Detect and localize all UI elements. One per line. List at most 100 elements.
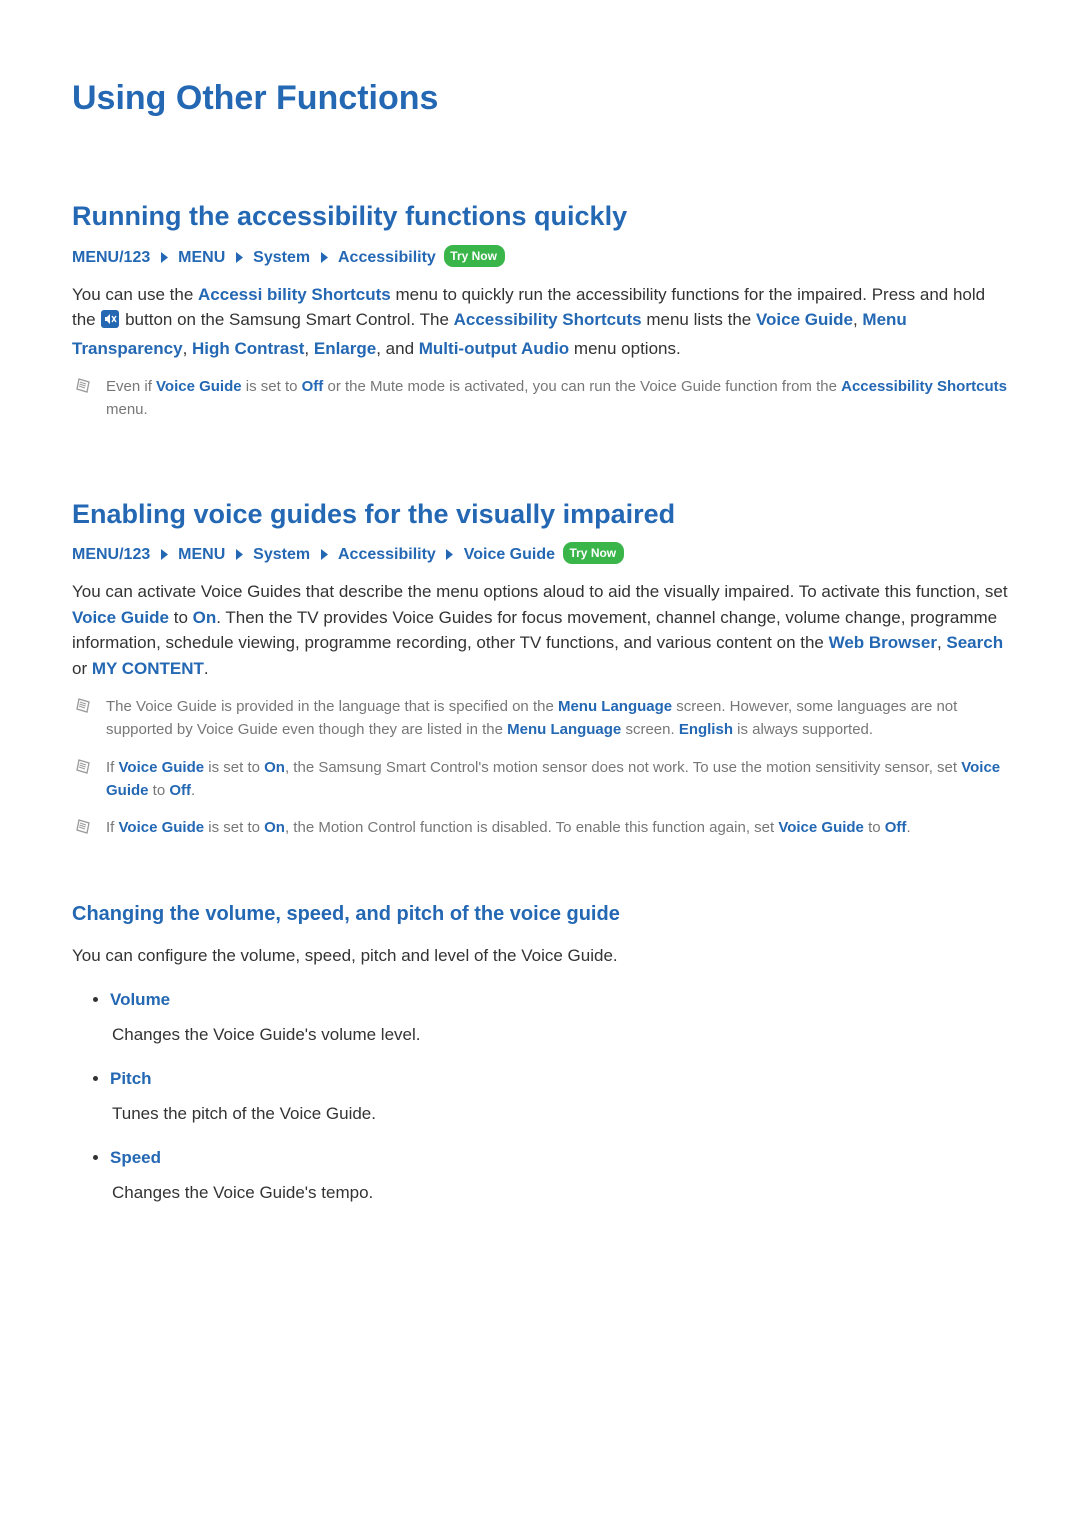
chevron-right-icon <box>160 246 169 270</box>
text: . <box>906 819 910 836</box>
term-multi-output-audio: Multi-output Audio <box>419 339 569 358</box>
term-accessibility-shortcuts: Accessibility Shortcuts <box>841 378 1007 395</box>
text: to <box>169 608 193 627</box>
text: or <box>72 659 92 678</box>
crumb-menu123: MENU/123 <box>72 546 150 563</box>
try-now-badge[interactable]: Try Now <box>563 542 624 564</box>
term-off: Off <box>302 378 324 395</box>
term-menu-language: Menu Language <box>507 721 621 738</box>
section3-intro: You can configure the volume, speed, pit… <box>72 943 1008 969</box>
text: menu. <box>106 401 148 418</box>
text: is set to <box>204 759 264 776</box>
crumb-accessibility: Accessibility <box>338 249 436 266</box>
subsection-heading: Changing the volume, speed, and pitch of… <box>72 899 1008 929</box>
note: Even if Voice Guide is set to Off or the… <box>72 375 1008 422</box>
list-item: Speed Changes the Voice Guide's tempo. <box>110 1145 1008 1206</box>
text: You can use the <box>72 285 198 304</box>
crumb-menu: MENU <box>178 546 225 563</box>
text: , the Motion Control function is disable… <box>285 819 778 836</box>
note-icon <box>76 698 92 721</box>
text: is set to <box>204 819 264 836</box>
list-item: Volume Changes the Voice Guide's volume … <box>110 987 1008 1048</box>
text: menu lists the <box>642 310 756 329</box>
text: . <box>204 659 209 678</box>
term-accessibility-shortcuts: Accessi bility Shortcuts <box>198 285 391 304</box>
text: , <box>853 310 862 329</box>
option-desc: Changes the Voice Guide's tempo. <box>110 1180 1008 1206</box>
text: , <box>304 339 313 358</box>
term-off: Off <box>885 819 907 836</box>
chevron-right-icon <box>235 543 244 567</box>
text: , and <box>376 339 419 358</box>
crumb-menu: MENU <box>178 249 225 266</box>
term-web-browser: Web Browser <box>829 633 937 652</box>
page-title: Using Other Functions <box>72 73 1008 124</box>
text: to <box>149 782 170 799</box>
term-on: On <box>264 759 285 776</box>
try-now-badge[interactable]: Try Now <box>444 245 505 267</box>
crumb-accessibility: Accessibility <box>338 546 436 563</box>
breadcrumb: MENU/123 MENU System Accessibility Try N… <box>72 245 1008 270</box>
note-icon <box>76 819 92 842</box>
note: The Voice Guide is provided in the langu… <box>72 695 1008 742</box>
list-item: Pitch Tunes the pitch of the Voice Guide… <box>110 1066 1008 1127</box>
note-icon <box>76 378 92 401</box>
text: The Voice Guide is provided in the langu… <box>106 698 558 715</box>
text: Even if <box>106 378 156 395</box>
crumb-system: System <box>253 546 310 563</box>
option-pitch: Pitch <box>110 1069 152 1088</box>
note: If Voice Guide is set to On, the Samsung… <box>72 756 1008 803</box>
option-speed: Speed <box>110 1148 161 1167</box>
section-heading-accessibility: Running the accessibility functions quic… <box>72 196 1008 237</box>
text: to <box>864 819 885 836</box>
option-desc: Tunes the pitch of the Voice Guide. <box>110 1101 1008 1127</box>
chevron-right-icon <box>235 246 244 270</box>
term-high-contrast: High Contrast <box>192 339 304 358</box>
crumb-voice-guide: Voice Guide <box>464 546 555 563</box>
note-icon <box>76 759 92 782</box>
term-english: English <box>679 721 733 738</box>
term-on: On <box>193 608 217 627</box>
options-list: Volume Changes the Voice Guide's volume … <box>72 987 1008 1206</box>
term-enlarge: Enlarge <box>314 339 376 358</box>
term-search: Search <box>946 633 1003 652</box>
term-voice-guide: Voice Guide <box>119 819 205 836</box>
text: button on the Samsung Smart Control. The <box>120 310 453 329</box>
text: or the Mute mode is activated, you can r… <box>323 378 841 395</box>
mute-button-icon <box>101 310 119 336</box>
chevron-right-icon <box>320 246 329 270</box>
crumb-system: System <box>253 249 310 266</box>
text: , <box>183 339 192 358</box>
text: . <box>191 782 195 799</box>
term-on: On <box>264 819 285 836</box>
text: If <box>106 759 119 776</box>
text: is always supported. <box>733 721 873 738</box>
chevron-right-icon <box>445 543 454 567</box>
section-heading-voice-guides: Enabling voice guides for the visually i… <box>72 494 1008 535</box>
term-voice-guide: Voice Guide <box>756 310 853 329</box>
text: If <box>106 819 119 836</box>
term-off: Off <box>169 782 191 799</box>
breadcrumb: MENU/123 MENU System Accessibility Voice… <box>72 542 1008 567</box>
chevron-right-icon <box>320 543 329 567</box>
text: , the Samsung Smart Control's motion sen… <box>285 759 961 776</box>
section1-paragraph: You can use the Accessi bility Shortcuts… <box>72 282 1008 362</box>
term-my-content: MY CONTENT <box>92 659 204 678</box>
option-desc: Changes the Voice Guide's volume level. <box>110 1022 1008 1048</box>
term-voice-guide: Voice Guide <box>72 608 169 627</box>
term-accessibility-shortcuts: Accessibility Shortcuts <box>454 310 642 329</box>
section2-paragraph: You can activate Voice Guides that descr… <box>72 579 1008 681</box>
option-volume: Volume <box>110 990 170 1009</box>
term-voice-guide: Voice Guide <box>156 378 242 395</box>
term-menu-language: Menu Language <box>558 698 672 715</box>
text: is set to <box>242 378 302 395</box>
text: menu options. <box>569 339 681 358</box>
chevron-right-icon <box>160 543 169 567</box>
text: , <box>937 633 946 652</box>
term-voice-guide: Voice Guide <box>119 759 205 776</box>
text: You can activate Voice Guides that descr… <box>72 582 1008 601</box>
text: screen. <box>621 721 679 738</box>
term-voice-guide: Voice Guide <box>778 819 864 836</box>
note: If Voice Guide is set to On, the Motion … <box>72 816 1008 839</box>
crumb-menu123: MENU/123 <box>72 249 150 266</box>
